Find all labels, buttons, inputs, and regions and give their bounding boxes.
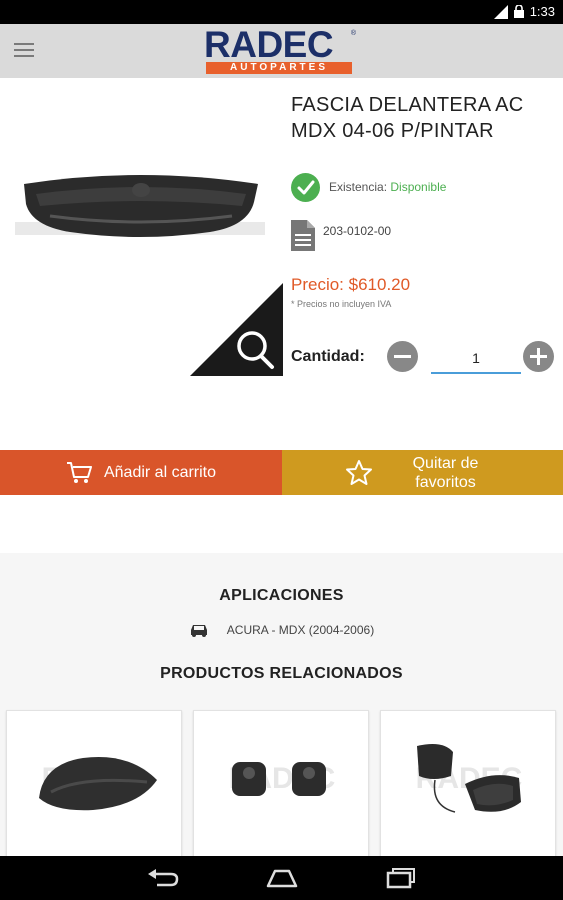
stock-status: Existencia: Disponible xyxy=(329,180,446,194)
status-bar: 1:33 xyxy=(0,0,563,24)
related-title: PRODUCTOS RELACIONADOS xyxy=(160,665,403,682)
logo-tagline: AUTOPARTES xyxy=(206,62,352,74)
bushing-image: RADEC xyxy=(229,762,335,796)
price-note: * Precios no incluyen IVA xyxy=(291,299,392,309)
bushing-product-card[interactable]: RADEC xyxy=(193,710,369,860)
decrease-quantity-button[interactable] xyxy=(387,341,418,372)
lock-icon xyxy=(513,5,524,18)
remove-favorite-label: Quitar de favoritos xyxy=(412,454,479,491)
application-text: ACURA - MDX (2004-2006) xyxy=(226,623,375,637)
product-image[interactable]: RADEC xyxy=(10,170,272,250)
mirror-image: RADEC xyxy=(416,744,522,813)
signal-icon xyxy=(493,4,508,19)
product-extras: APLICACIONES ACURA - MDX (2004-2006) PRO… xyxy=(0,553,563,860)
check-circle-icon xyxy=(291,173,320,202)
application-item: ACURA - MDX (2004-2006) xyxy=(0,623,563,637)
radec-logo: RADEC ® AUTOPARTES xyxy=(204,24,356,74)
home-icon[interactable] xyxy=(264,866,300,890)
action-bar: Añadir al carrito Quitar de favoritos xyxy=(0,450,563,495)
hood-image: RADEC xyxy=(39,756,157,811)
mirror-product-card[interactable]: RADEC xyxy=(380,710,556,860)
quantity-input[interactable] xyxy=(431,344,521,374)
magnifier-icon xyxy=(190,283,283,376)
related-products: RADEC RADEC RADEC xyxy=(6,710,558,860)
add-to-cart-label: Añadir al carrito xyxy=(103,463,217,481)
recent-apps-icon[interactable] xyxy=(383,866,419,890)
stock-label: Existencia: xyxy=(329,180,388,194)
add-to-cart-button[interactable]: Añadir al carrito xyxy=(0,450,282,495)
hood-product-card[interactable]: RADEC xyxy=(6,710,182,860)
system-nav-bar xyxy=(0,856,563,900)
back-icon[interactable] xyxy=(145,866,181,890)
logo-name: RADEC xyxy=(204,24,334,65)
cart-icon xyxy=(66,461,92,483)
app-bar: RADEC ® AUTOPARTES xyxy=(0,24,563,78)
hamburger-menu-icon[interactable] xyxy=(14,43,34,59)
product-price: Precio: $610.20 xyxy=(291,275,411,294)
stock-value: Disponible xyxy=(390,180,447,194)
star-outline-icon xyxy=(345,460,372,485)
product-title: FASCIA DELANTERA AC MDX 04-06 P/PINTAR xyxy=(291,94,524,142)
product-sku: 203-0102-00 xyxy=(323,224,392,238)
zoom-button[interactable] xyxy=(190,283,283,376)
logo-registered-mark: ® xyxy=(350,30,356,37)
applications-title: APLICACIONES xyxy=(219,587,344,604)
quantity-label: Cantidad: xyxy=(291,348,365,365)
increase-quantity-button[interactable] xyxy=(523,341,554,372)
document-icon xyxy=(291,220,315,251)
clock: 1:33 xyxy=(529,4,555,19)
remove-favorite-button[interactable]: Quitar de favoritos xyxy=(282,450,563,495)
status-icons: 1:33 xyxy=(493,4,555,19)
car-icon xyxy=(190,625,207,637)
product-detail: RADEC FASCIA DELANTERA AC MDX 04-06 P/PI… xyxy=(0,78,563,450)
